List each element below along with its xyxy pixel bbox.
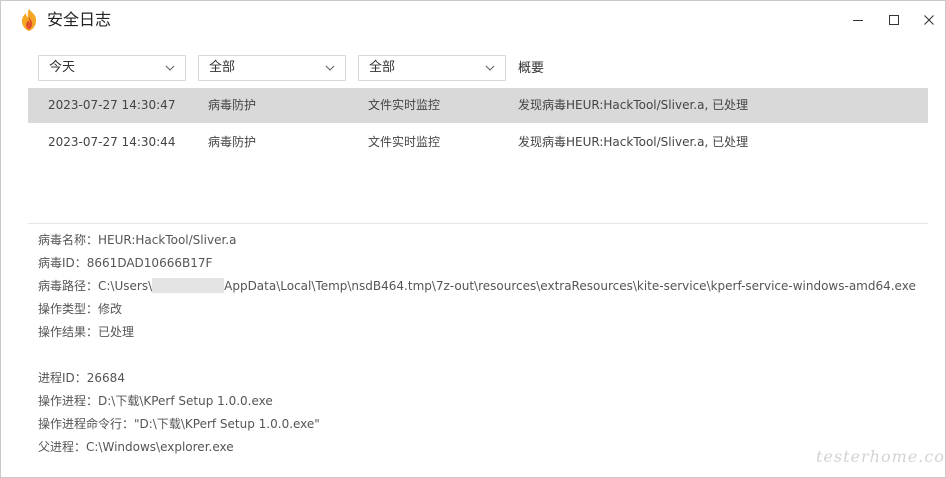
date-filter-select[interactable]: 今天 (38, 55, 186, 81)
maximize-button[interactable] (879, 5, 909, 35)
table-row[interactable]: 2023-07-27 14:30:47 病毒防护 文件实时监控 发现病毒HEUR… (28, 88, 928, 123)
minimize-button[interactable] (843, 5, 873, 35)
close-button[interactable] (914, 5, 944, 35)
maximize-icon (889, 15, 899, 25)
detail-op-type: 操作类型：修改 (38, 302, 123, 316)
summary-column-header: 概要 (518, 61, 545, 76)
row-summary: 发现病毒HEUR:HackTool/Sliver.a, 已处理 (518, 135, 749, 149)
row-type: 文件实时监控 (368, 98, 441, 112)
chevron-down-icon (165, 65, 175, 71)
row-time: 2023-07-27 14:30:47 (48, 98, 176, 112)
detail-cmdline: 操作进程命令行："D:\下载\KPerf Setup 1.0.0.exe" (38, 417, 320, 431)
detail-virus-path: 病毒路径：C:\Users\ AppData\Local\Temp\nsdB464… (38, 278, 918, 301)
detail-op-result: 操作结果：已处理 (38, 325, 135, 339)
detail-virus-id: 病毒ID：8661DAD10666B17F (38, 256, 213, 270)
minimize-icon (853, 20, 863, 21)
row-type: 文件实时监控 (368, 135, 441, 149)
detail-panel: 病毒名称：HEUR:HackTool/Sliver.a 病毒ID：8661DAD… (38, 232, 918, 462)
watermark: testerhome.com (816, 447, 946, 466)
window-title: 安全日志 (47, 10, 112, 29)
detail-pid: 进程ID：26684 (38, 371, 125, 385)
detail-spacer (38, 347, 918, 370)
title-bar: 安全日志 (1, 1, 945, 39)
log-table: 2023-07-27 14:30:47 病毒防护 文件实时监控 发现病毒HEUR… (28, 88, 928, 162)
type-filter-value: 全部 (369, 60, 396, 75)
row-category: 病毒防护 (208, 98, 257, 112)
flame-shield-logo-icon (21, 9, 37, 31)
chevron-down-icon (325, 65, 335, 71)
detail-parent: 父进程：C:\Windows\explorer.exe (38, 440, 234, 454)
detail-process: 操作进程：D:\下载\KPerf Setup 1.0.0.exe (38, 394, 273, 408)
type-filter-select[interactable]: 全部 (358, 55, 506, 81)
details-divider (28, 223, 928, 224)
security-log-window: 安全日志 今天 全部 全部 概要 2023-07-27 14:30:47 病毒防… (0, 0, 946, 478)
close-icon (924, 15, 934, 25)
virus-path-suffix: AppData\Local\Temp\nsdB464.tmp\7z-out\re… (224, 279, 916, 293)
virus-path-prefix: 病毒路径：C:\Users\ (38, 279, 153, 293)
table-row[interactable]: 2023-07-27 14:30:44 病毒防护 文件实时监控 发现病毒HEUR… (28, 125, 928, 160)
date-filter-value: 今天 (49, 60, 76, 75)
chevron-down-icon (485, 65, 495, 71)
detail-virus-name: 病毒名称：HEUR:HackTool/Sliver.a (38, 233, 237, 247)
row-time: 2023-07-27 14:30:44 (48, 135, 176, 149)
filter-bar: 今天 全部 全部 概要 (28, 48, 928, 88)
row-category: 病毒防护 (208, 135, 257, 149)
row-summary: 发现病毒HEUR:HackTool/Sliver.a, 已处理 (518, 98, 749, 112)
category-filter-select[interactable]: 全部 (198, 55, 346, 81)
category-filter-value: 全部 (209, 60, 236, 75)
redacted-username (152, 278, 225, 293)
